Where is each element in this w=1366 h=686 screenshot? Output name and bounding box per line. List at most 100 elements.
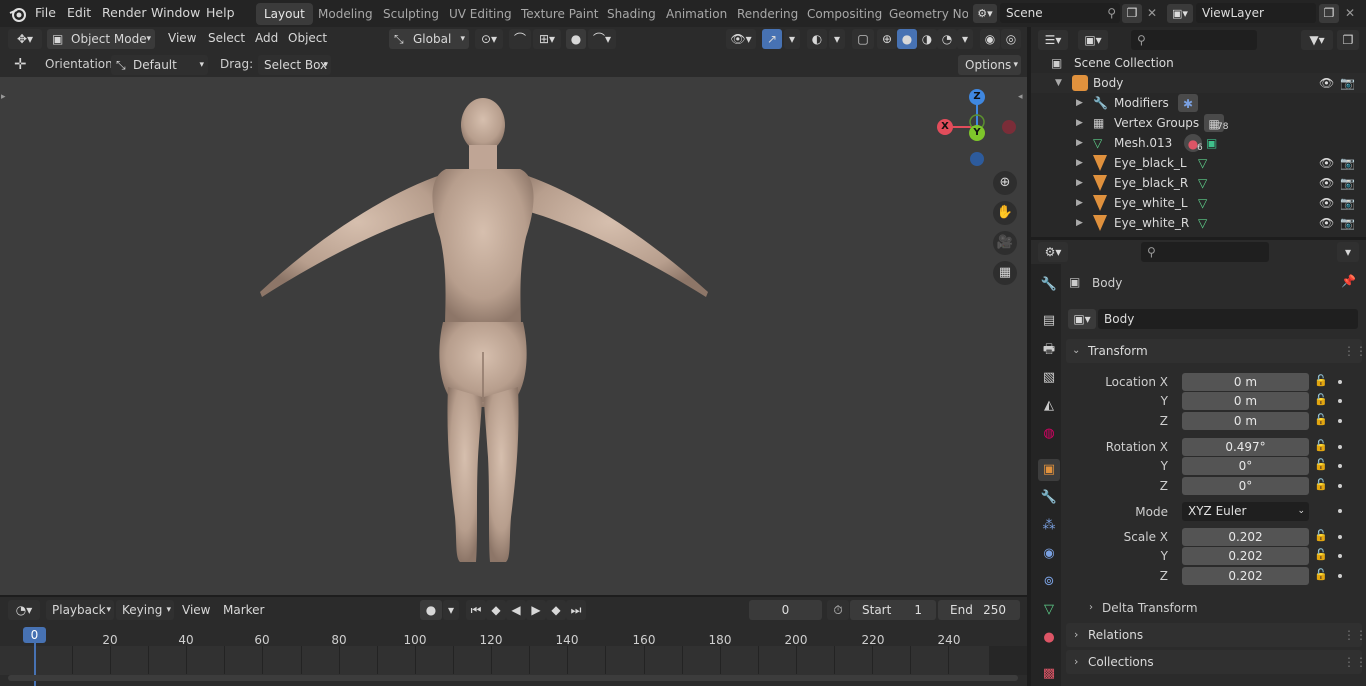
constraints-tab-icon[interactable]: ⊚ [1038, 571, 1060, 593]
lock-icon[interactable]: 🔓 [1314, 413, 1328, 426]
scale-y-field[interactable]: 0.202 [1182, 547, 1309, 565]
new-view-layer-icon[interactable]: ❐ [1319, 4, 1339, 23]
eye-icon[interactable]: 👁 [1319, 213, 1334, 233]
object-name-field[interactable]: Body [1098, 309, 1358, 329]
gizmo-menu-icon[interactable]: ▾ [784, 29, 800, 49]
properties-editor-type-icon[interactable]: ⚙▾ [1038, 242, 1068, 262]
eye-icon[interactable]: 👁 [1319, 193, 1334, 213]
outliner-row-eye-black-l[interactable]: ▶ Eye_black_L ▽ 👁 📷 [1031, 153, 1366, 173]
render-region-icon[interactable]: ◉ [980, 29, 1000, 49]
new-collection-icon[interactable]: ❐ [1337, 30, 1359, 50]
outliner-row-eye-white-l[interactable]: ▶ Eye_white_L ▽ 👁 📷 [1031, 193, 1366, 213]
pin-icon[interactable]: ⚲ [1107, 3, 1116, 23]
gizmo-x-axis[interactable]: X [937, 119, 953, 135]
eye-icon[interactable]: 👁 [1319, 173, 1334, 193]
menu-render[interactable]: Render [102, 5, 147, 20]
proportional-edit-icon[interactable]: ● [566, 29, 586, 49]
timeline-scrollbar[interactable] [8, 675, 1018, 681]
start-frame-field[interactable]: Start 1 [850, 600, 936, 620]
keyframe-dot-icon[interactable] [1338, 535, 1342, 539]
menu-edit[interactable]: Edit [67, 5, 91, 20]
display-mode-icon[interactable]: ▣▾ [1078, 30, 1108, 50]
outliner-search-input[interactable]: ⚲ [1131, 30, 1257, 50]
outliner-row-eye-white-r[interactable]: ▶ Eye_white_R ▽ 👁 📷 [1031, 213, 1366, 233]
filter-icon[interactable]: ▼▾ [1301, 30, 1333, 50]
outliner-row-mesh[interactable]: ▶ ▽ Mesh.013 ● 6 ▣ [1031, 133, 1366, 153]
camera-view-icon[interactable]: 🎥 [993, 231, 1017, 255]
location-y-field[interactable]: 0 m [1182, 392, 1309, 410]
lock-icon[interactable]: 🔓 [1314, 529, 1328, 542]
rotation-x-field[interactable]: 0.497° [1182, 438, 1309, 456]
rotation-mode-dropdown[interactable]: XYZ Euler ⌄ [1182, 502, 1309, 521]
expand-right-icon[interactable]: ▶ [1076, 153, 1083, 173]
zoom-icon[interactable]: ⊕ [993, 171, 1017, 195]
camera-render-icon[interactable]: 📷 [1340, 73, 1355, 93]
play-reverse-icon[interactable]: ◀ [506, 600, 526, 620]
outliner-row-scene-collection[interactable]: ▣ Scene Collection [1031, 53, 1366, 73]
properties-search-input[interactable]: ⚲ [1141, 242, 1269, 262]
camera-render-icon[interactable]: 📷 [1340, 213, 1355, 233]
jump-keyframe-forward-icon[interactable]: ◆ [546, 600, 566, 620]
camera-render-icon[interactable]: 📷 [1340, 173, 1355, 193]
keyframe-dot-icon[interactable] [1338, 509, 1342, 513]
outliner-row-body[interactable]: ▼ Body 👁 📷 [1031, 73, 1366, 93]
current-frame-field[interactable]: 0 [749, 600, 822, 620]
tab-sculpting[interactable]: Sculpting [375, 3, 447, 25]
mesh-data-tab-icon[interactable]: ▽ [1038, 599, 1060, 621]
lock-icon[interactable]: 🔓 [1314, 568, 1328, 581]
pin-icon[interactable]: 📌 [1341, 274, 1356, 288]
rotation-y-field[interactable]: 0° [1182, 457, 1309, 475]
texture-tab-icon[interactable]: ▩ [1038, 663, 1060, 685]
play-icon[interactable]: ▶ [526, 600, 546, 620]
tool-tab-icon[interactable]: 🔧 [1038, 274, 1060, 296]
menu-object[interactable]: Object [288, 31, 327, 45]
jump-end-icon[interactable]: ⏭ [566, 600, 586, 620]
gizmo-toggle-icon[interactable]: ↗ [762, 29, 782, 49]
scale-z-field[interactable]: 0.202 [1182, 567, 1309, 585]
tab-modeling[interactable]: Modeling [310, 3, 381, 25]
jump-keyframe-back-icon[interactable]: ◆ [486, 600, 506, 620]
pivot-point-icon[interactable]: ⊙▾ [475, 29, 503, 49]
shading-menu-icon[interactable]: ▾ [957, 29, 973, 49]
scene-tab-icon[interactable]: ◭ [1038, 395, 1060, 417]
toolbar-expand-icon[interactable]: ▸ [1, 92, 6, 102]
view-layer-icon[interactable]: ▣▾ [1167, 4, 1193, 23]
3d-viewport[interactable]: ▸ ◂ Z X Y ⊕ ✋ 🎥 ▦ [0, 77, 1027, 595]
outliner-editor-type-icon[interactable]: ☰▾ [1038, 30, 1068, 50]
keyframe-dot-icon[interactable] [1338, 484, 1342, 488]
visibility-icon[interactable]: 👁▾ [726, 29, 756, 49]
xray-toggle-icon[interactable]: ▢ [852, 29, 874, 49]
rendered-shading-icon[interactable]: ◔ [937, 29, 957, 49]
camera-render-icon[interactable]: 📷 [1340, 193, 1355, 213]
drag-handle-icon[interactable]: ⋮⋮ [1343, 339, 1366, 363]
tab-geometry-nodes[interactable]: Geometry Noc [881, 3, 968, 25]
expand-right-icon[interactable]: ▶ [1076, 213, 1083, 233]
timeline-editor-type-icon[interactable]: ◔▾ [8, 600, 40, 620]
keyframe-dot-icon[interactable] [1338, 399, 1342, 403]
expand-right-icon[interactable]: ▶ [1076, 113, 1083, 133]
object-tab-icon[interactable]: ▣ [1038, 459, 1060, 481]
lock-icon[interactable]: 🔓 [1314, 374, 1328, 387]
lock-icon[interactable]: 🔓 [1314, 548, 1328, 561]
falloff-icon[interactable]: ⌒▾ [588, 29, 616, 49]
menu-view[interactable]: View [168, 31, 196, 45]
menu-add[interactable]: Add [255, 31, 278, 45]
menu-file[interactable]: File [35, 5, 56, 20]
location-x-field[interactable]: 0 m [1182, 373, 1309, 391]
move-tool-icon[interactable]: ✛ [14, 55, 27, 73]
scene-selector-icon[interactable]: ⚙▾ [973, 4, 997, 23]
tab-compositing[interactable]: Compositing [799, 3, 890, 25]
expand-right-icon[interactable]: ▶ [1076, 193, 1083, 213]
keyframe-dot-icon[interactable] [1338, 464, 1342, 468]
transform-orientation-dropdown[interactable]: ⤡ Global ▾ [389, 29, 469, 49]
playback-dropdown[interactable]: Playback ▾ [46, 600, 114, 620]
auto-keying-icon[interactable]: ● [420, 600, 442, 620]
modifier-tab-icon[interactable]: 🔧 [1038, 487, 1060, 509]
tab-animation[interactable]: Animation [658, 3, 735, 25]
world-tab-icon[interactable]: ◍ [1038, 423, 1060, 445]
snap-target-icon[interactable]: ⊞▾ [533, 29, 561, 49]
transform-section-header[interactable]: ⌄ Transform ⋮⋮ [1066, 339, 1366, 363]
material-tab-icon[interactable]: ● [1038, 627, 1060, 649]
render-preview-icon[interactable]: ◎ [1001, 29, 1021, 49]
scale-x-field[interactable]: 0.202 [1182, 528, 1309, 546]
